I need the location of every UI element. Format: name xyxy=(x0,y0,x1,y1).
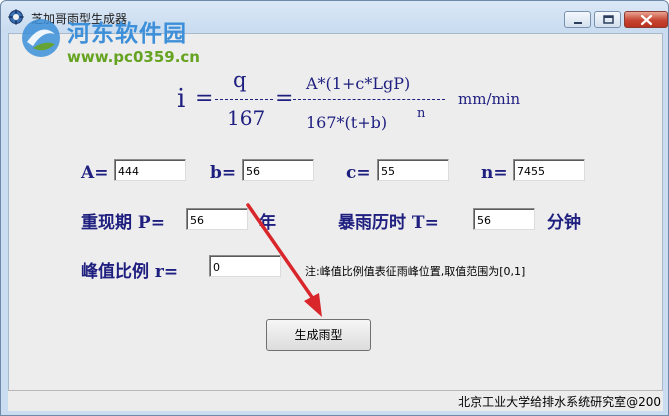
generate-rain-pattern-button[interactable]: 生成雨型 xyxy=(266,319,371,351)
formula-unit: mm/min xyxy=(458,90,521,108)
param-n-input[interactable] xyxy=(513,159,585,181)
watermark: 河东软件园 www.pc0359.cn xyxy=(19,14,239,70)
main-panel: i = q 167 = A*(1+c*LgP) 167*(t+b) n mm/m… xyxy=(8,33,663,392)
formula-equals-1: = xyxy=(195,86,214,111)
formula-denominator-167: 167 xyxy=(227,106,266,130)
param-c-input[interactable] xyxy=(377,159,449,181)
peak-ratio-input[interactable] xyxy=(209,255,281,277)
formula-lhs: i xyxy=(177,84,186,114)
peak-ratio-note: 注:峰值比例值表征雨峰位置,取值范围为[0,1] xyxy=(305,265,526,278)
param-a-label: A= xyxy=(81,163,109,183)
formula-numerator-q: q xyxy=(233,68,247,92)
close-icon xyxy=(640,14,653,26)
status-bar: 北京工业大学给排水系统研究室@200 xyxy=(8,390,663,411)
maximize-icon xyxy=(603,15,614,24)
return-period-label: 重现期 P= xyxy=(81,213,165,233)
close-button[interactable] xyxy=(624,11,668,28)
watermark-logo-icon xyxy=(22,19,60,57)
app-window: 芝加哥雨型生成器 i = q 167 = A*(1+c*LgP) 167*(t+… xyxy=(0,0,669,416)
return-period-unit: 年 xyxy=(259,213,276,233)
formula-fraction-line-1 xyxy=(215,99,273,100)
formula-numerator-expression: A*(1+c*LgP) xyxy=(306,74,411,93)
status-bar-text: 北京工业大学给排水系统研究室@200 xyxy=(458,395,661,409)
param-n-label: n= xyxy=(481,163,508,183)
watermark-site-name: 河东软件园 xyxy=(67,21,187,47)
return-period-input[interactable] xyxy=(186,208,248,230)
formula-denominator-expression: 167*(t+b) xyxy=(306,113,388,132)
duration-unit: 分钟 xyxy=(547,213,581,233)
watermark-url: www.pc0359.cn xyxy=(67,48,200,66)
minimize-icon xyxy=(574,22,582,24)
param-b-label: b= xyxy=(210,163,237,183)
duration-input[interactable] xyxy=(473,208,535,230)
peak-ratio-label: 峰值比例 r= xyxy=(81,262,179,282)
formula-denominator-exponent: n xyxy=(417,106,426,121)
duration-label: 暴雨历时 T= xyxy=(338,213,439,233)
param-b-input[interactable] xyxy=(242,159,314,181)
formula-equals-2: = xyxy=(275,86,294,111)
param-a-input[interactable] xyxy=(114,159,186,181)
maximize-button[interactable] xyxy=(594,11,621,28)
minimize-button[interactable] xyxy=(564,11,591,28)
formula-fraction-line-2 xyxy=(293,99,445,100)
param-c-label: c= xyxy=(346,163,371,183)
